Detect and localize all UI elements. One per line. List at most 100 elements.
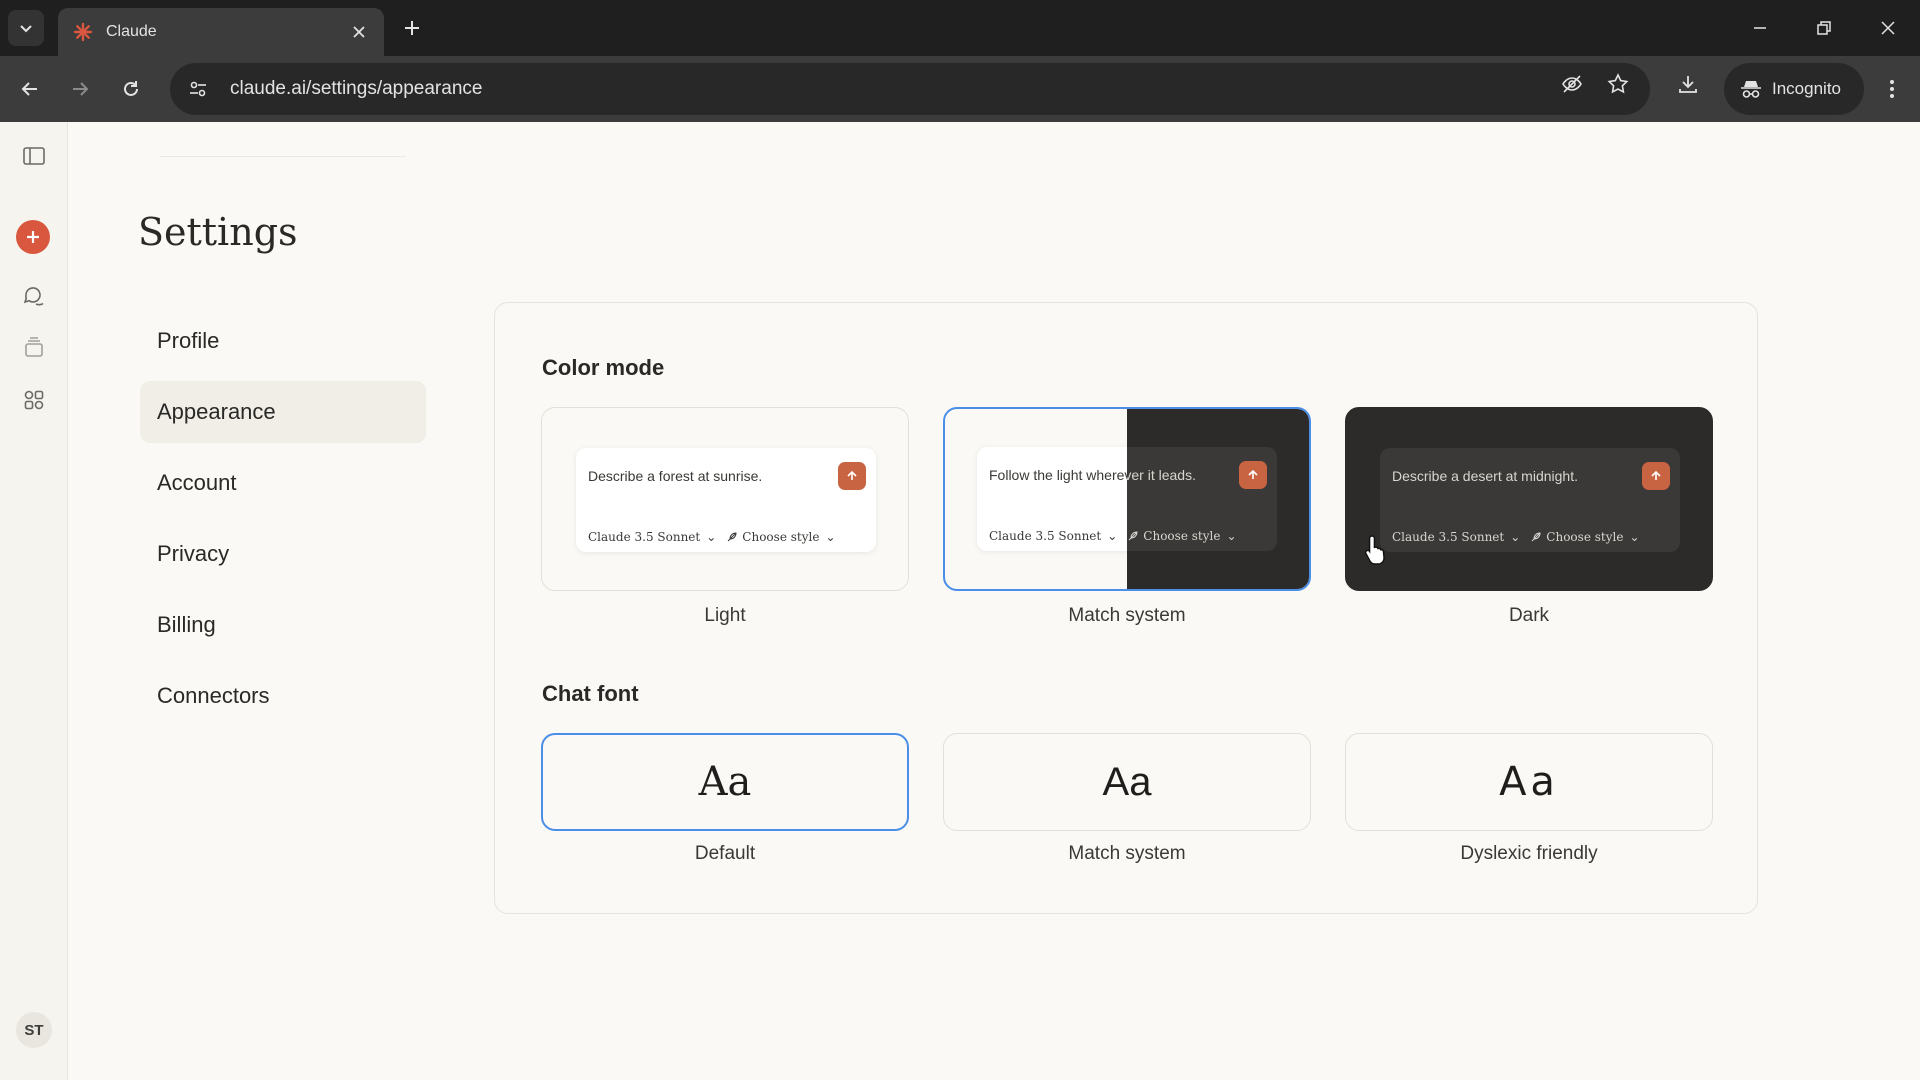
chevron-down-icon <box>20 25 32 33</box>
hand-pointer-cursor-icon <box>1364 534 1390 571</box>
settings-nav-privacy[interactable]: Privacy <box>140 523 426 585</box>
color-mode-dark-label: Dark <box>1508 605 1550 626</box>
incognito-badge[interactable]: Incognito <box>1724 63 1864 115</box>
preview-prompt: Follow the light wherever it leads. <box>1127 467 1196 483</box>
bookmark-star-icon[interactable] <box>1602 68 1634 100</box>
system-dark-preview: Follow the light wherever it leads. Clau… <box>1127 447 1277 551</box>
font-sample: Aa <box>698 759 752 805</box>
forward-button[interactable] <box>62 71 98 107</box>
settings-nav-account[interactable]: Account <box>140 452 426 514</box>
send-arrow-icon <box>838 462 866 490</box>
more-vertical-icon <box>1890 80 1894 98</box>
new-chat-button[interactable] <box>16 220 50 254</box>
browser-toolbar: claude.ai/settings/appearance Incognito <box>0 56 1920 122</box>
settings-nav-connectors[interactable]: Connectors <box>140 665 426 727</box>
choose-style: Choose style ⌄ <box>726 530 845 544</box>
plus-icon <box>27 231 39 243</box>
browser-menu-button[interactable] <box>1874 71 1910 107</box>
app-sidebar-rail: ST <box>0 122 68 1080</box>
tracking-protection-icon[interactable] <box>1556 68 1588 100</box>
light-half: Follow the light wherever it leads. Clau… <box>945 409 1127 589</box>
page-title: Settings <box>138 210 298 254</box>
model-label: Claude 3.5 Sonnet <box>989 529 1102 543</box>
minimize-button[interactable] <box>1740 8 1780 48</box>
claude-logo-icon <box>72 21 94 43</box>
preview-footer: Claude 3.5 Sonnet ⌄ Choose style <box>989 529 1127 543</box>
browser-tab-bar: Claude <box>0 0 1920 56</box>
preview-prompt: Follow the light wherever it leads. <box>989 467 1127 483</box>
preview-footer: Claude 3.5 Sonnet ⌄ Choose style ⌄ <box>588 530 846 544</box>
close-window-button[interactable] <box>1868 8 1908 48</box>
back-button[interactable] <box>12 71 48 107</box>
color-mode-title: Color mode <box>542 355 665 380</box>
system-light-preview: Follow the light wherever it leads. Clau… <box>977 447 1127 551</box>
sidebar-icon <box>23 147 45 165</box>
preview-prompt: Describe a forest at sunrise. <box>588 468 763 484</box>
restore-button[interactable] <box>1804 8 1844 48</box>
send-arrow-icon <box>1642 462 1670 490</box>
choose-style: Choose style ⌄ <box>1127 529 1246 543</box>
tab-search-button[interactable] <box>8 10 44 46</box>
model-label: Claude 3.5 Sonnet <box>588 530 701 544</box>
dark-preview: Describe a desert at midnight. Claude 3.… <box>1380 448 1680 552</box>
style-label: Choose style <box>742 530 820 544</box>
appearance-panel: Color mode Describe a forest at sunrise.… <box>494 302 1758 914</box>
projects-icon <box>25 337 43 357</box>
chevron-down-icon: ⌄ <box>825 530 836 544</box>
arrow-left-icon <box>21 82 37 96</box>
tab-title: Claude <box>106 23 157 40</box>
minimize-icon <box>1754 27 1766 29</box>
settings-nav: Profile Appearance Account Privacy Billi… <box>140 310 426 736</box>
reload-button[interactable] <box>113 71 149 107</box>
choose-style: Choose style ⌄ <box>1530 530 1649 544</box>
chat-bubbles-icon <box>23 287 44 306</box>
downloads-icon[interactable] <box>1672 68 1704 100</box>
artifacts-button[interactable] <box>14 380 54 420</box>
new-tab-button[interactable] <box>396 12 428 44</box>
chat-font-dyslexic-option[interactable]: Aa <box>1345 733 1713 831</box>
color-mode-light-label: Light <box>704 605 746 626</box>
dark-half-content: Follow the light wherever it leads. Clau… <box>1127 409 1309 589</box>
chat-font-default-option[interactable]: Aa <box>541 733 909 831</box>
light-preview: Describe a forest at sunrise. Claude 3.5… <box>576 448 876 552</box>
incognito-label: Incognito <box>1772 79 1841 98</box>
close-icon <box>1881 21 1895 35</box>
address-bar[interactable]: claude.ai/settings/appearance <box>170 63 1650 115</box>
feather-icon <box>1128 531 1138 541</box>
projects-button[interactable] <box>14 328 54 368</box>
style-label: Choose style <box>1546 530 1624 544</box>
color-mode-light-option[interactable]: Describe a forest at sunrise. Claude 3.5… <box>541 407 909 591</box>
chat-font-system-option[interactable]: Aa <box>943 733 1311 831</box>
chevron-down-icon: ⌄ <box>1510 530 1521 544</box>
feather-icon <box>727 532 737 542</box>
arrow-right-icon <box>73 82 89 96</box>
model-label: Claude 3.5 Sonnet <box>1392 530 1505 544</box>
chevron-down-icon: ⌄ <box>1107 529 1118 543</box>
site-settings-icon[interactable] <box>184 75 212 103</box>
color-mode-dark-option[interactable]: Describe a desert at midnight. Claude 3.… <box>1345 407 1713 591</box>
chevron-down-icon: ⌄ <box>1629 530 1640 544</box>
close-tab-icon[interactable] <box>348 21 370 43</box>
browser-tab-claude[interactable]: Claude <box>58 8 384 56</box>
user-avatar[interactable]: ST <box>16 1012 52 1048</box>
url-text[interactable]: claude.ai/settings/appearance <box>230 78 482 100</box>
chat-font-dyslexic-label: Dyslexic friendly <box>1460 843 1598 864</box>
feather-icon <box>1531 532 1541 542</box>
incognito-icon <box>1741 81 1761 98</box>
settings-nav-profile[interactable]: Profile <box>140 310 426 372</box>
restore-icon <box>1817 21 1831 35</box>
chat-font-default-label: Default <box>694 843 756 864</box>
header-divider <box>160 156 406 157</box>
chevron-down-icon: ⌄ <box>706 530 717 544</box>
color-mode-system-option[interactable]: Follow the light wherever it leads. Clau… <box>943 407 1311 591</box>
settings-nav-appearance[interactable]: Appearance <box>140 381 426 443</box>
chevron-down-icon: ⌄ <box>1226 529 1237 543</box>
reload-icon <box>124 81 138 96</box>
color-mode-system-label: Match system <box>1068 605 1186 626</box>
font-sample: Aa <box>1102 759 1152 804</box>
chats-button[interactable] <box>14 276 54 316</box>
settings-nav-billing[interactable]: Billing <box>140 594 426 656</box>
preview-footer: Claude 3.5 Sonnet ⌄ Choose style ⌄ <box>1392 530 1650 544</box>
toggle-sidebar-button[interactable] <box>14 136 54 176</box>
chat-font-system-label: Match system <box>1068 843 1186 864</box>
